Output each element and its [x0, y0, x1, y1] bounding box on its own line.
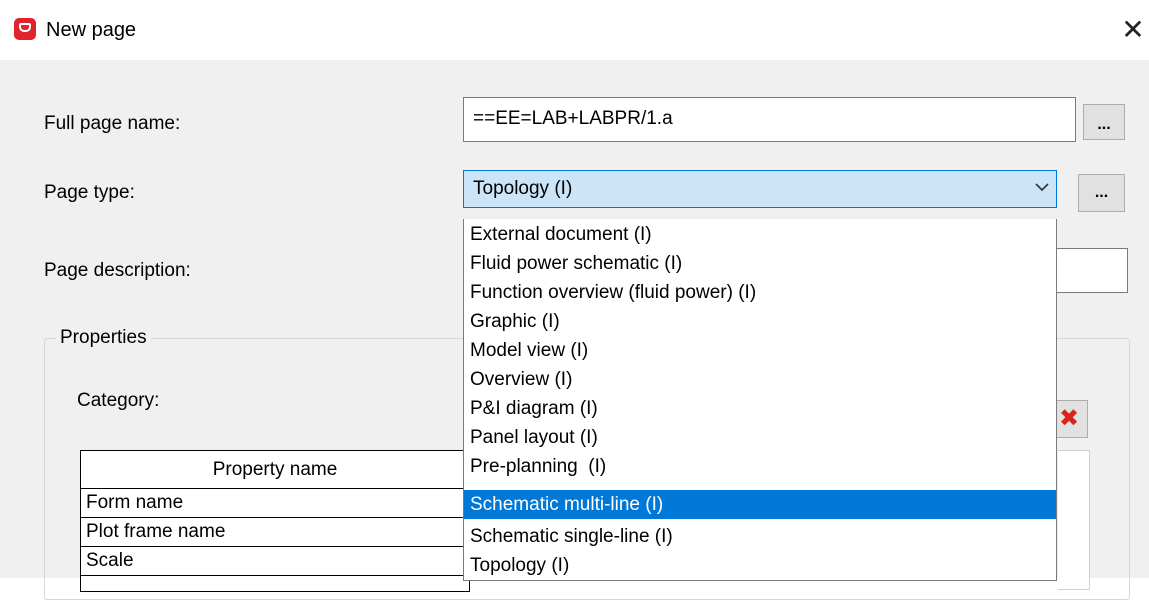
full-page-name-input[interactable]: ==EE=LAB+LABPR/1.a: [463, 97, 1076, 142]
page-description-label: Page description:: [44, 260, 191, 281]
table-row[interactable]: Plot frame name: [81, 518, 469, 547]
page-type-browse-button[interactable]: ...: [1078, 174, 1125, 212]
dropdown-option[interactable]: External document (I): [464, 223, 1056, 247]
full-page-name-label: Full page name:: [44, 113, 181, 134]
dropdown-option[interactable]: Topology (I): [464, 554, 1056, 578]
page-type-label: Page type:: [44, 182, 135, 203]
chevron-down-icon[interactable]: [1034, 179, 1050, 195]
dropdown-option[interactable]: Model view (I): [464, 339, 1056, 363]
dialog-title: New page: [46, 19, 137, 41]
page-type-selected-value: Topology (I): [473, 178, 573, 199]
dropdown-option[interactable]: Schematic single-line (I): [464, 525, 1056, 549]
properties-table-value-column[interactable]: [1058, 450, 1090, 590]
dropdown-option[interactable]: Pre-planning (I): [464, 455, 1056, 479]
dropdown-option[interactable]: Panel layout (I): [464, 426, 1056, 450]
category-label: Category:: [77, 390, 160, 411]
table-row[interactable]: Form name: [81, 489, 469, 518]
dropdown-option[interactable]: P&I diagram (I): [464, 397, 1056, 421]
app-icon: [14, 18, 36, 40]
page-type-select[interactable]: Topology (I): [463, 170, 1057, 208]
property-name-column-header[interactable]: Property name: [81, 451, 469, 489]
table-row[interactable]: Scale: [81, 547, 469, 576]
page-description-input[interactable]: [1055, 248, 1128, 293]
dropdown-option[interactable]: Fluid power schematic (I): [464, 252, 1056, 276]
dropdown-option-selected[interactable]: Schematic multi-line (I): [464, 490, 1056, 519]
dropdown-option[interactable]: Graphic (I): [464, 310, 1056, 334]
properties-table[interactable]: Property name Form name Plot frame name …: [80, 450, 470, 592]
page-type-dropdown-list[interactable]: External document (I) Fluid power schema…: [463, 219, 1057, 581]
properties-group-label: Properties: [56, 326, 151, 350]
full-page-name-browse-button[interactable]: ...: [1083, 104, 1125, 140]
title-bar: New page ✕: [0, 0, 1149, 60]
dropdown-option[interactable]: Function overview (fluid power) (I): [464, 281, 1056, 305]
dropdown-option[interactable]: Overview (I): [464, 368, 1056, 392]
close-icon[interactable]: ✕: [1118, 12, 1148, 48]
